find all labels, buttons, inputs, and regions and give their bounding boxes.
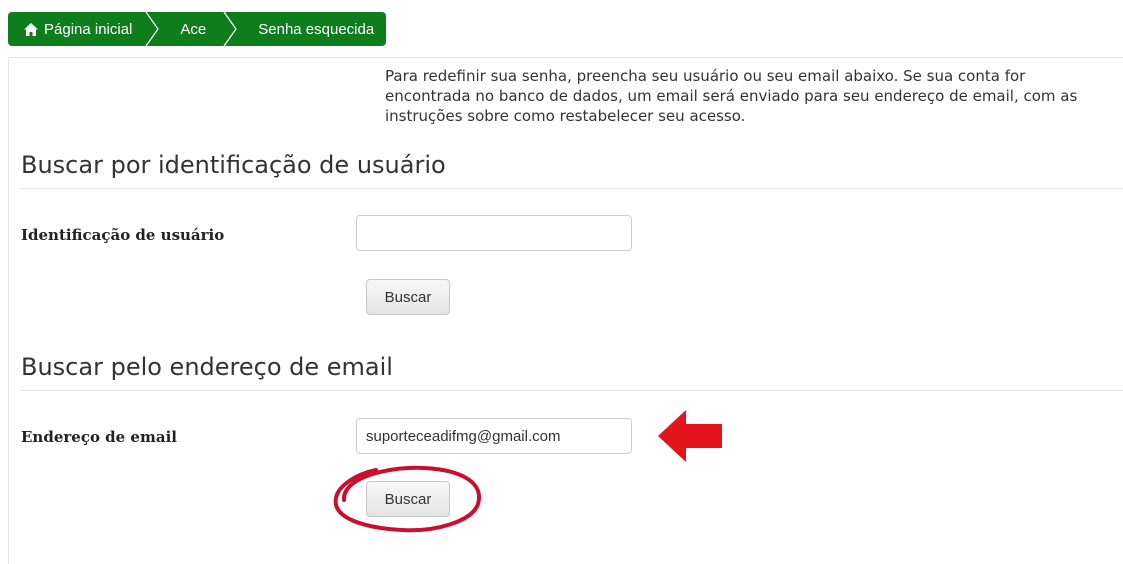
breadcrumb-home-link[interactable]: Página inicial bbox=[8, 12, 160, 46]
breadcrumb-current-page: Senha esquecida bbox=[238, 12, 386, 46]
breadcrumb-separator-icon bbox=[145, 12, 160, 46]
breadcrumb-ace-link[interactable]: Ace bbox=[160, 12, 238, 46]
intro-text: Para redefinir sua senha, preencha seu u… bbox=[385, 67, 1078, 125]
username-search-button[interactable]: Buscar bbox=[366, 279, 450, 315]
section-divider bbox=[20, 390, 1123, 391]
breadcrumb-current-label: Senha esquecida bbox=[258, 20, 375, 38]
breadcrumb-separator-icon bbox=[223, 12, 237, 46]
red-circle-annotation-icon bbox=[333, 465, 482, 533]
home-icon bbox=[24, 22, 38, 36]
red-arrow-annotation-icon bbox=[658, 410, 722, 462]
username-section-title: Buscar por identificação de usuário bbox=[21, 151, 446, 179]
breadcrumb: Página inicial Ace Senha esquecida bbox=[8, 12, 387, 46]
section-divider bbox=[20, 188, 1123, 189]
breadcrumb-home-label: Página inicial bbox=[44, 20, 133, 38]
username-field-label: Identificação de usuário bbox=[21, 226, 225, 244]
content-panel bbox=[8, 57, 1123, 564]
email-section-title: Buscar pelo endereço de email bbox=[21, 353, 393, 381]
email-field-label: Endereço de email bbox=[21, 428, 177, 446]
username-input[interactable] bbox=[356, 215, 632, 251]
breadcrumb-ace-label: Ace bbox=[180, 20, 207, 38]
email-input[interactable] bbox=[356, 418, 632, 454]
